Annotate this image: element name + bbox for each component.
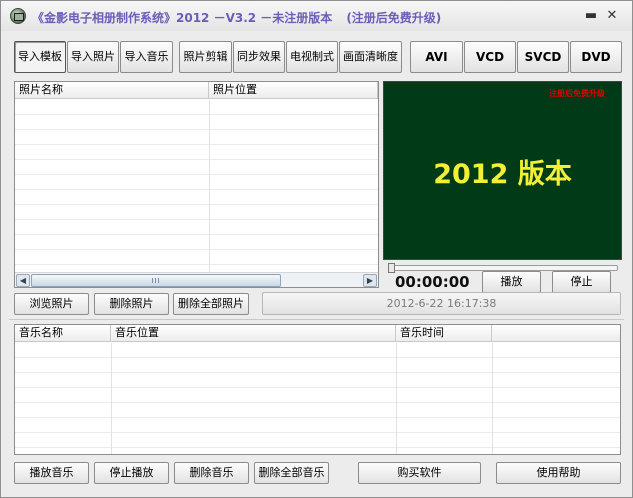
- music-list-column-divider: [111, 343, 112, 454]
- scroll-left-icon[interactable]: ◀: [16, 274, 30, 287]
- photo-list[interactable]: 照片名称 照片位置 ◀ ▶: [14, 81, 379, 288]
- window-title: 《金影电子相册制作系统》2012 －V3.2 －未注册版本 (注册后免费升级): [32, 9, 441, 26]
- scroll-thumb[interactable]: [31, 274, 281, 287]
- music-filler-column-header: [492, 325, 620, 342]
- photo-list-rows[interactable]: [15, 100, 378, 287]
- photo-location-column-header[interactable]: 照片位置: [209, 82, 378, 99]
- photo-list-horizontal-scrollbar[interactable]: ◀ ▶: [15, 272, 378, 287]
- photo-name-column-header[interactable]: 照片名称: [15, 82, 209, 99]
- playback-time: 00:00:00: [395, 273, 470, 291]
- format-avi-button[interactable]: AVI: [410, 41, 463, 73]
- music-list-rows[interactable]: [15, 343, 620, 454]
- scroll-right-icon[interactable]: ▶: [363, 274, 377, 287]
- play-music-button[interactable]: 播放音乐: [14, 462, 89, 484]
- import-music-button[interactable]: 导入音乐: [120, 41, 173, 73]
- format-svcd-button[interactable]: SVCD: [517, 41, 569, 73]
- window-title-note: (注册后免费升级): [346, 11, 442, 25]
- delete-music-button[interactable]: 删除音乐: [174, 462, 249, 484]
- format-dvd-button[interactable]: DVD: [570, 41, 622, 73]
- title-bar[interactable]: 《金影电子相册制作系统》2012 －V3.2 －未注册版本 (注册后免费升级) ▬…: [1, 1, 632, 31]
- app-window: 《金影电子相册制作系统》2012 －V3.2 －未注册版本 (注册后免费升级) ▬…: [0, 0, 633, 498]
- buy-software-button[interactable]: 购买软件: [358, 462, 481, 484]
- picture-clarity-button[interactable]: 画面清晰度: [339, 41, 402, 73]
- photo-list-column-divider: [209, 100, 210, 287]
- music-list-column-divider: [396, 343, 397, 454]
- delete-all-photos-button[interactable]: 删除全部照片: [173, 293, 249, 315]
- preview-stop-button[interactable]: 停止: [552, 271, 611, 293]
- preview-caption: 2012 版本: [433, 159, 572, 190]
- tv-standard-button[interactable]: 电视制式: [286, 41, 338, 73]
- photo-crop-button[interactable]: 照片剪辑: [179, 41, 232, 73]
- preview-screen: 注册后免费升级 2012 版本: [383, 81, 622, 260]
- section-divider: [9, 319, 624, 320]
- minimize-icon[interactable]: ▬: [581, 7, 601, 25]
- import-template-button[interactable]: 导入模板: [14, 41, 66, 73]
- browse-photo-button[interactable]: 浏览照片: [14, 293, 89, 315]
- music-location-column-header[interactable]: 音乐位置: [111, 325, 396, 342]
- help-button[interactable]: 使用帮助: [496, 462, 621, 484]
- delete-all-music-button[interactable]: 删除全部音乐: [254, 462, 329, 484]
- delete-photo-button[interactable]: 删除照片: [94, 293, 169, 315]
- close-icon[interactable]: ✕: [602, 7, 622, 25]
- music-name-column-header[interactable]: 音乐名称: [15, 325, 111, 342]
- preview-play-button[interactable]: 播放: [482, 271, 541, 293]
- datetime-display: 2012-6-22 16:17:38: [262, 292, 621, 315]
- music-list-column-divider: [492, 343, 493, 454]
- music-list[interactable]: 音乐名称 音乐位置 音乐时间: [14, 324, 621, 455]
- music-duration-column-header[interactable]: 音乐时间: [396, 325, 492, 342]
- stop-playback-button[interactable]: 停止播放: [94, 462, 169, 484]
- seek-thumb[interactable]: [388, 263, 395, 273]
- preview-watermark: 注册后免费升级: [549, 89, 605, 98]
- format-vcd-button[interactable]: VCD: [464, 41, 516, 73]
- window-title-main: 《金影电子相册制作系统》2012 －V3.2 －未注册版本: [32, 11, 333, 25]
- sync-effect-button[interactable]: 同步效果: [233, 41, 285, 73]
- import-photo-button[interactable]: 导入照片: [67, 41, 119, 73]
- album-app-icon: [10, 8, 26, 24]
